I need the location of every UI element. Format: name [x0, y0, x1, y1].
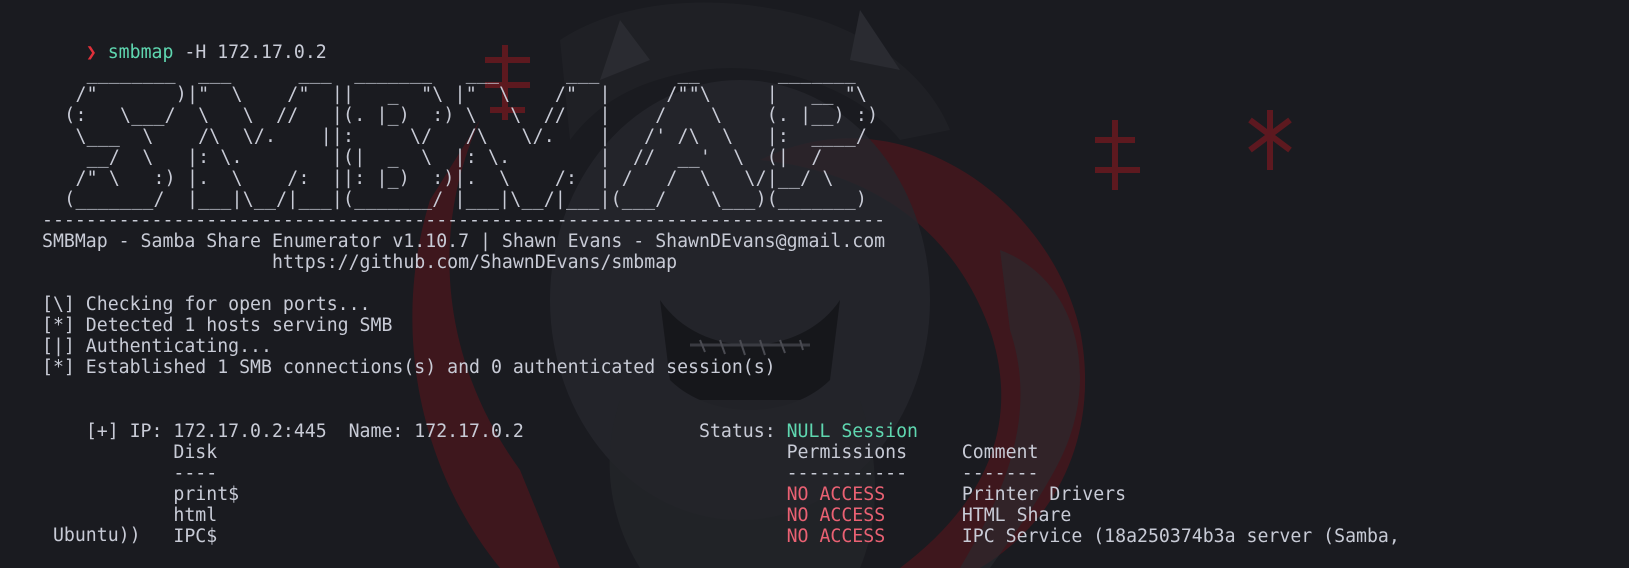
banner-divider: ----------------------------------------…	[42, 210, 886, 231]
share-name: IPC$	[85, 525, 787, 547]
command-args: -H 172.17.0.2	[173, 41, 327, 63]
progress-line: [*] Detected 1 hosts serving SMB	[42, 315, 393, 336]
banner-line: __/ \ |: \. |(| _ \ |: \. | // __' \ (| …	[42, 147, 823, 168]
wrapped-comment: Ubuntu))	[42, 525, 141, 546]
progress-line: [|] Authenticating...	[42, 336, 272, 357]
banner-line: \___ \ /\ \/. ||: \/ /\ \/. | /' /\ \ |:…	[42, 126, 868, 147]
table-row: IPC$ NO ACCESS IPC Service (18a250374b3a…	[42, 504, 1400, 568]
command-name: smbmap	[107, 41, 174, 63]
share-comment: IPC Service (18a250374b3a server (Samba,	[885, 525, 1400, 547]
tool-url: https://github.com/ShawnDEvans/smbmap	[42, 252, 678, 273]
terminal-window[interactable]: ❯ smbmap -H 172.17.0.2 ________ ___ ___ …	[0, 0, 1629, 568]
progress-line: [\] Checking for open ports...	[42, 294, 371, 315]
permission-value: NO ACCESS	[786, 525, 886, 547]
progress-line: [*] Established 1 SMB connections(s) and…	[42, 357, 776, 378]
banner-line: /" \ :) |. \ /: ||: |_) :)|. \ /: | / / …	[42, 168, 834, 189]
tool-title: SMBMap - Samba Share Enumerator v1.10.7 …	[42, 231, 886, 252]
banner-line: (: \___/ \ \ // |(. |_) :) \ \ // | / \ …	[42, 105, 879, 126]
chevron-right-icon: ❯	[85, 41, 97, 63]
banner-line: /" )|" \ /" || _ "\ |" \ /" | /""\ | __ …	[42, 84, 868, 105]
banner-line: (_______/ |___|\__/|___|(_______/ |___|\…	[42, 189, 868, 210]
banner-line: ________ ___ ___ _______ ___ ___ __ ____…	[42, 63, 856, 84]
